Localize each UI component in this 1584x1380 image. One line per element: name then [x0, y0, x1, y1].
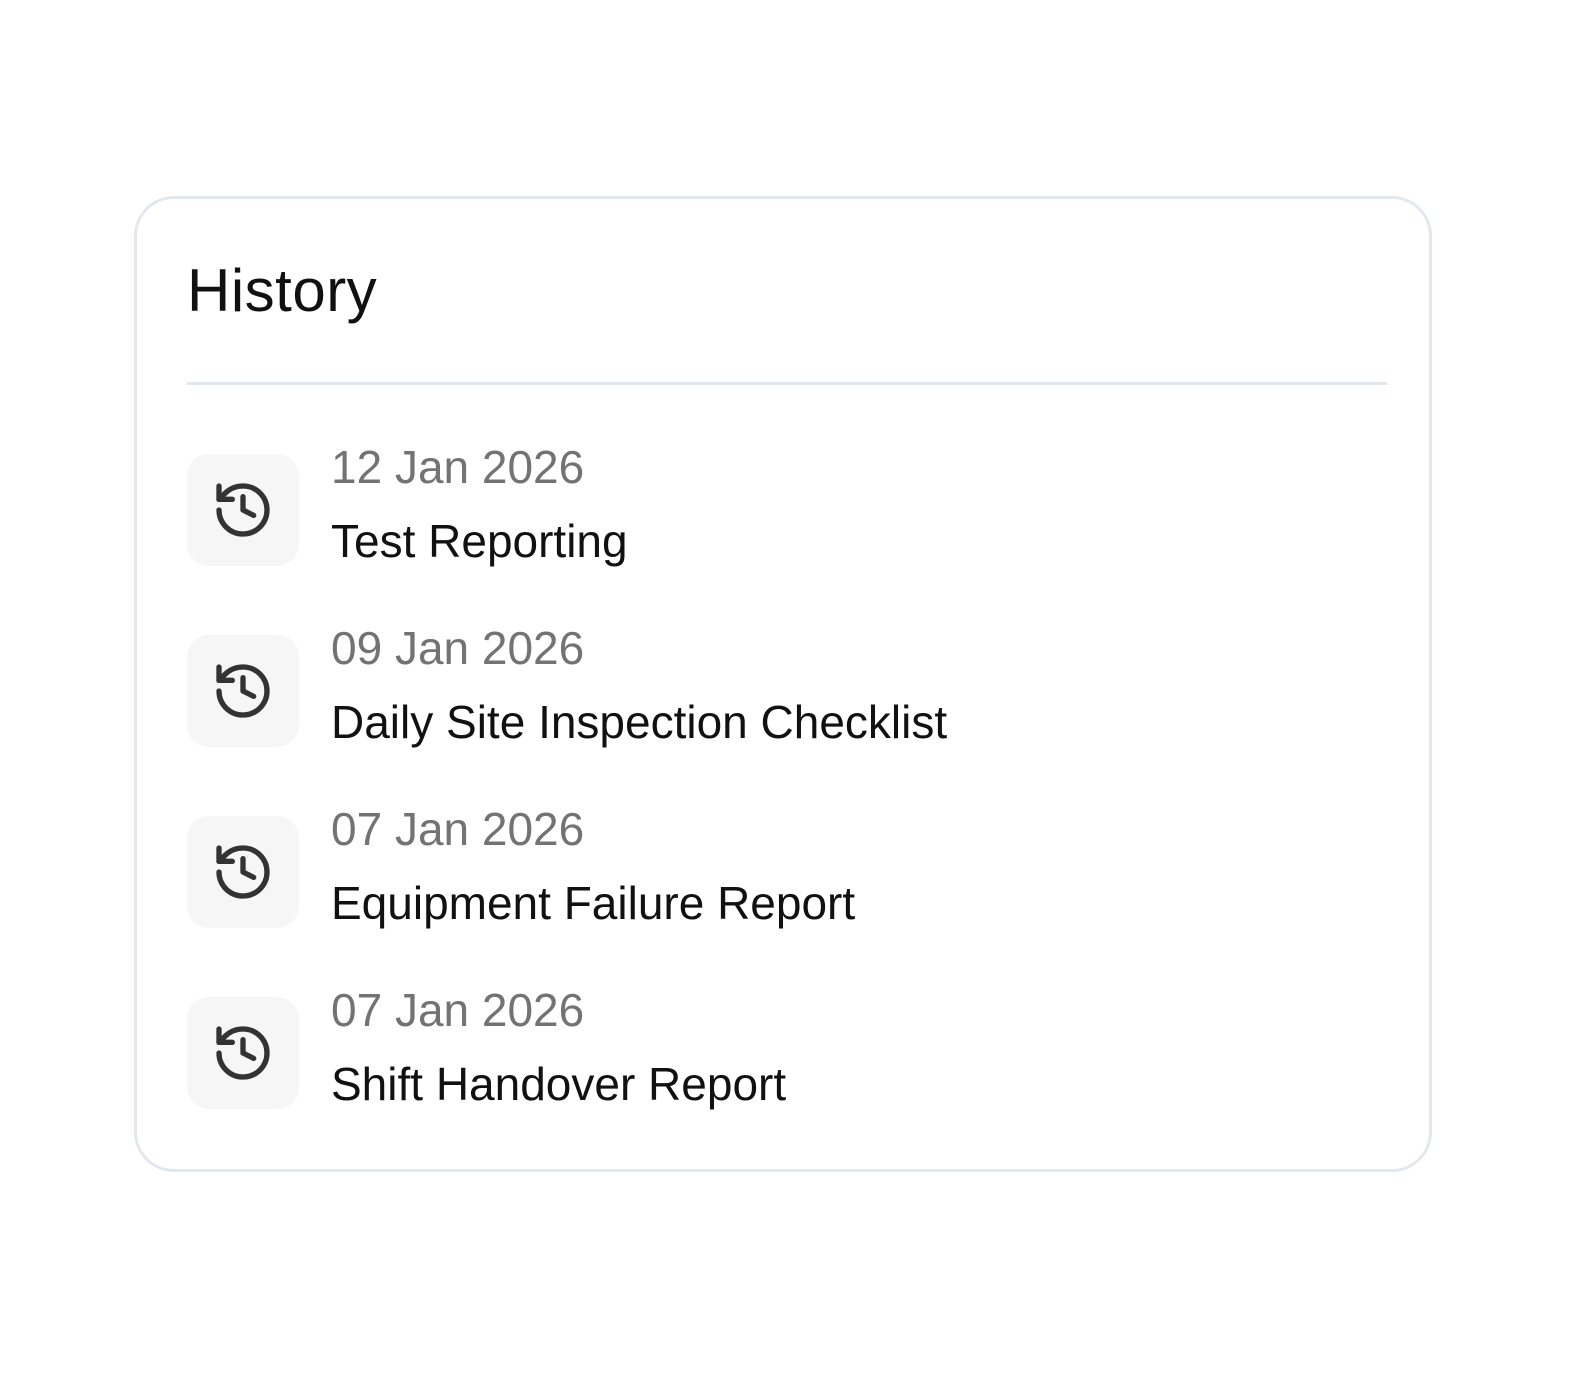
history-item[interactable]: 12 Jan 2026 Test Reporting: [187, 439, 1387, 599]
history-item-date: 07 Jan 2026: [331, 803, 585, 855]
history-item[interactable]: 09 Jan 2026 Daily Site Inspection Checkl…: [187, 620, 1387, 780]
divider: [187, 382, 1387, 385]
history-icon: [187, 816, 299, 928]
history-item-name: Daily Site Inspection Checklist: [331, 696, 948, 748]
history-item-name: Shift Handover Report: [331, 1058, 787, 1110]
history-title: History: [187, 257, 378, 324]
history-item-date: 12 Jan 2026: [331, 441, 585, 493]
history-item-name: Equipment Failure Report: [331, 877, 856, 929]
history-item-date: 09 Jan 2026: [331, 622, 585, 674]
history-card: History 12 Jan 2026 Test Reporting 09 Ja…: [134, 196, 1432, 1172]
history-icon: [187, 454, 299, 566]
history-icon: [187, 635, 299, 747]
history-item[interactable]: 07 Jan 2026 Shift Handover Report: [187, 982, 1387, 1142]
history-item-name: Test Reporting: [331, 515, 628, 567]
history-item-date: 07 Jan 2026: [331, 984, 585, 1036]
history-icon: [187, 997, 299, 1109]
history-item[interactable]: 07 Jan 2026 Equipment Failure Report: [187, 801, 1387, 961]
